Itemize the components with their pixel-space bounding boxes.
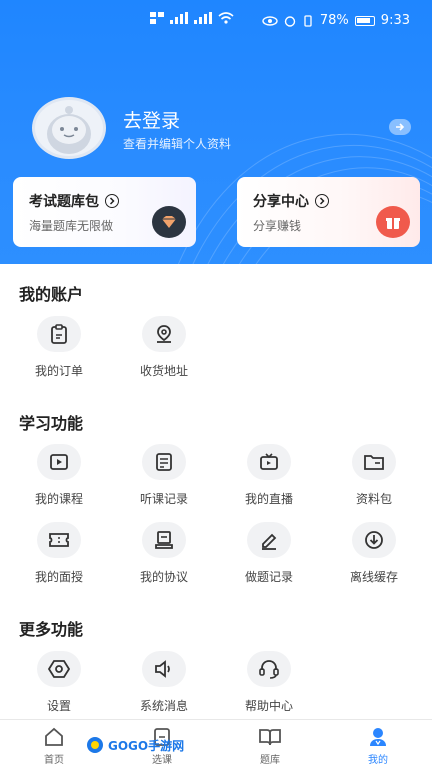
menu-item-inperson[interactable]: 我的面授: [19, 522, 99, 585]
tv-live-icon: [247, 444, 291, 480]
login-link[interactable]: 去登录: [123, 106, 180, 133]
exam-pack-title-row: 考试题库包: [29, 191, 180, 211]
wifi-icon: [218, 12, 234, 24]
menu-item-practice[interactable]: 做题记录: [229, 522, 309, 585]
gogo-logo-icon: [87, 737, 103, 753]
signal-icon-2: [194, 12, 212, 24]
avatar[interactable]: [32, 97, 106, 159]
menu-label: 设置: [46, 699, 71, 713]
tab-mine[interactable]: 我的: [324, 720, 432, 768]
status-bar: 78% 9:33: [0, 0, 432, 42]
document-icon: [142, 444, 186, 480]
tab-question-bank[interactable]: 题库: [216, 720, 324, 768]
share-center-card[interactable]: 分享中心 分享赚钱: [237, 177, 420, 247]
clipboard-icon: [37, 316, 81, 352]
tab-label: 我的: [368, 755, 388, 766]
chevron-right-icon: [105, 194, 119, 208]
section-title-study: 学习功能: [19, 414, 84, 433]
menu-item-help[interactable]: 帮助中心: [229, 651, 309, 714]
menu-label: 听课记录: [139, 492, 188, 506]
menu-label: 做题记录: [244, 570, 293, 584]
menu-label: 我的订单: [34, 364, 83, 378]
contract-icon: [142, 522, 186, 558]
menu-item-address[interactable]: 收货地址: [124, 316, 204, 379]
ticket-icon: [37, 522, 81, 558]
battery-percent: 78%: [319, 13, 349, 28]
profile-arrow-button[interactable]: [389, 119, 411, 135]
menu-item-orders[interactable]: 我的订单: [19, 316, 99, 379]
menu-label: 帮助中心: [244, 699, 293, 713]
menu-label: 我的直播: [244, 492, 293, 506]
chevron-right-icon: [315, 194, 329, 208]
gift-icon: [376, 206, 410, 238]
eye-icon: [262, 15, 278, 26]
menu-item-history[interactable]: 听课记录: [124, 444, 204, 507]
system-indicators: 78% 9:33: [262, 13, 410, 28]
share-center-title-row: 分享中心: [253, 191, 404, 211]
battery-icon: [354, 15, 375, 26]
play-video-icon: [37, 444, 81, 480]
exam-pack-title: 考试题库包: [29, 194, 99, 210]
menu-label: 收货地址: [139, 364, 188, 378]
menu-label: 系统消息: [139, 699, 188, 713]
watermark-text: GOGO手游网: [108, 738, 185, 753]
arrow-right-icon: [396, 123, 405, 131]
menu-item-offline[interactable]: 离线缓存: [334, 522, 414, 585]
share-center-title: 分享中心: [253, 194, 309, 210]
menu-label: 我的课程: [34, 492, 83, 506]
tab-label: 题库: [260, 755, 280, 766]
menu-label: 我的面授: [34, 570, 83, 584]
menu-item-messages[interactable]: 系统消息: [124, 651, 204, 714]
menu-item-agreements[interactable]: 我的协议: [124, 522, 204, 585]
robot-avatar-icon: [47, 106, 91, 154]
user-icon: [324, 726, 432, 748]
clock: 9:33: [380, 13, 410, 28]
signal-indicators: [150, 12, 234, 24]
location-pin-icon: [142, 316, 186, 352]
diamond-icon: [152, 206, 186, 238]
menu-item-courses[interactable]: 我的课程: [19, 444, 99, 507]
menu-item-live[interactable]: 我的直播: [229, 444, 309, 507]
menu-item-materials[interactable]: 资料包: [334, 444, 414, 507]
sim-icon: [150, 12, 164, 24]
download-icon: [352, 522, 396, 558]
watermark: GOGO手游网: [86, 736, 184, 754]
section-title-more: 更多功能: [19, 620, 84, 639]
pen-icon: [247, 522, 291, 558]
profile-subtitle[interactable]: 查看并编辑个人资料: [123, 135, 231, 152]
exam-pack-card[interactable]: 考试题库包 海量题库无限做: [13, 177, 196, 247]
bottom-tab-bar: 首页 选课 题库 我的: [0, 719, 432, 768]
vibrate-icon: [304, 14, 312, 27]
menu-item-settings[interactable]: 设置: [19, 651, 99, 714]
folder-icon: [352, 444, 396, 480]
menu-label: 我的协议: [139, 570, 188, 584]
section-title-account: 我的账户: [19, 285, 84, 304]
settings-icon: [37, 651, 81, 687]
main-content: 我的账户 我的订单 收货地址 学习功能 我的课程 听课记录 我的直播 资料包 我…: [0, 264, 432, 720]
headset-icon: [247, 651, 291, 687]
menu-label: 资料包: [355, 492, 392, 506]
speaker-icon: [142, 651, 186, 687]
menu-label: 离线缓存: [349, 570, 398, 584]
alarm-icon: [284, 15, 296, 27]
signal-icon: [170, 12, 188, 24]
book-icon: [216, 726, 324, 748]
